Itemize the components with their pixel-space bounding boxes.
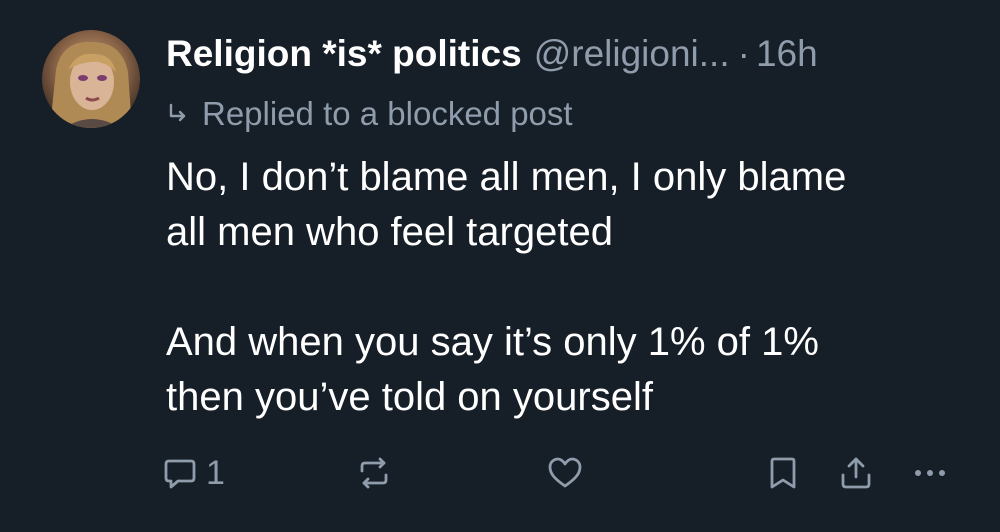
reply-context[interactable]: Replied to a blocked post	[166, 92, 573, 136]
post-body: No, I don’t blame all men, I only blame …	[166, 150, 966, 425]
ellipsis-icon	[915, 470, 945, 476]
bookmark-button[interactable]	[766, 446, 800, 500]
more-options-button[interactable]	[912, 446, 948, 500]
post-text-line: And when you say it’s only 1% of 1%	[166, 320, 819, 364]
repost-button[interactable]	[356, 446, 392, 500]
post-text-line: then you’ve told on yourself	[166, 375, 653, 419]
post-header: Religion *is* politics @religioni... · 1…	[166, 28, 818, 80]
speech-bubble-icon	[164, 459, 196, 489]
bookmark-icon	[770, 457, 796, 489]
reply-button[interactable]: 1	[162, 446, 225, 500]
share-upload-icon	[841, 457, 871, 489]
post-actions: 1	[0, 446, 1000, 500]
like-button[interactable]	[546, 446, 584, 500]
repost-arrows-icon	[360, 457, 388, 489]
separator-dot: ·	[737, 33, 750, 74]
post-text-line: all men who feel targeted	[166, 210, 613, 254]
avatar[interactable]	[42, 30, 140, 128]
author-handle[interactable]: @religioni...	[534, 33, 730, 75]
author-name[interactable]: Religion *is* politics	[166, 33, 522, 75]
share-button[interactable]	[838, 446, 874, 500]
reply-count: 1	[206, 453, 225, 492]
timestamp[interactable]: 16h	[756, 33, 818, 75]
post-card[interactable]: Religion *is* politics @religioni... · 1…	[0, 0, 1000, 532]
avatar-image	[50, 41, 132, 128]
paragraph-break	[166, 260, 966, 315]
reply-context-label: Replied to a blocked post	[202, 95, 573, 132]
reply-arrow-icon	[169, 103, 186, 122]
post-text-line: No, I don’t blame all men, I only blame	[166, 155, 847, 199]
heart-icon	[548, 457, 582, 488]
